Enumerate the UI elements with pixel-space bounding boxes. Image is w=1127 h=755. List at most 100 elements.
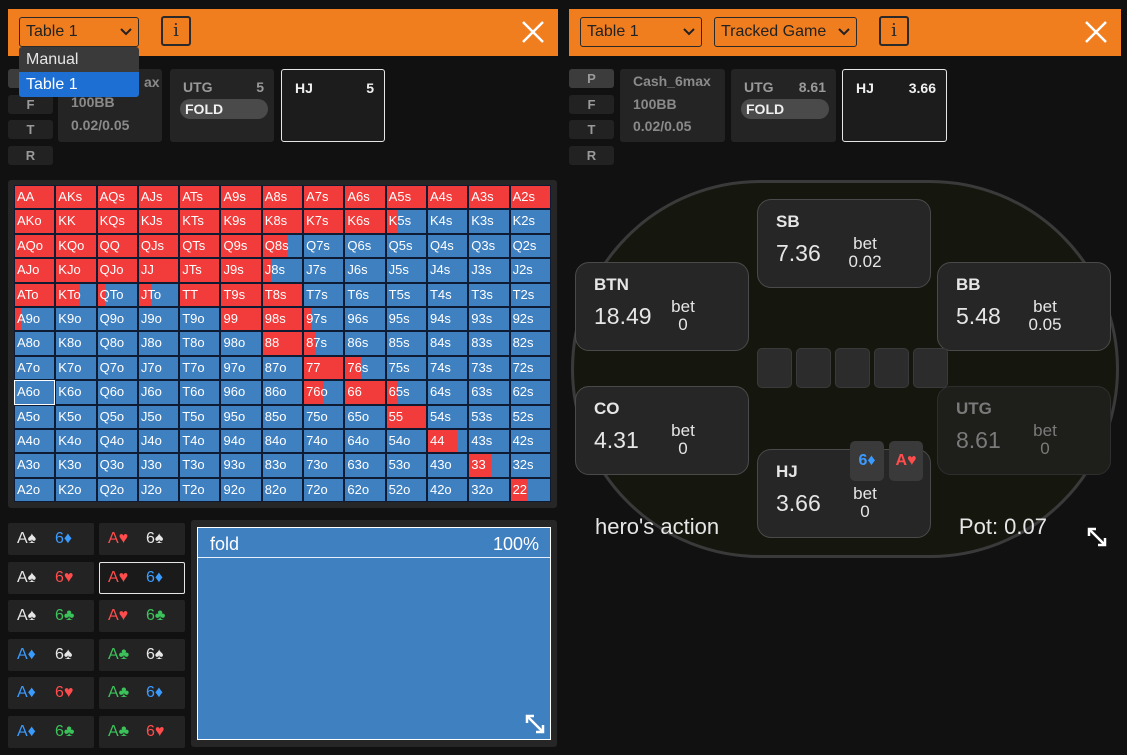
range-cell[interactable]: 42o — [426, 477, 469, 503]
range-cell[interactable]: Q9o — [96, 306, 138, 332]
street-preflop-button[interactable]: P — [569, 69, 614, 88]
range-cell[interactable]: 82s — [509, 331, 551, 356]
range-cell[interactable]: KQo — [55, 233, 97, 259]
range-cell[interactable]: J4o — [137, 428, 180, 454]
combo-item[interactable]: A♠ 6♣ — [8, 600, 94, 632]
range-cell[interactable]: T9o — [179, 306, 221, 332]
combo-item[interactable]: A♣ 6♥ — [99, 715, 185, 748]
range-cell[interactable]: 92s — [509, 306, 551, 332]
range-cell[interactable]: T8o — [179, 331, 221, 356]
expand-icon[interactable] — [523, 712, 547, 736]
range-cell[interactable]: AJo — [14, 258, 56, 283]
range-cell[interactable]: 72s — [509, 355, 551, 381]
range-cell[interactable]: 87o — [261, 355, 304, 381]
range-cell[interactable]: 83s — [468, 331, 510, 356]
range-cell[interactable]: 97o — [220, 355, 262, 381]
range-cell[interactable]: Q2o — [96, 477, 138, 503]
range-cell[interactable]: K3o — [55, 453, 97, 478]
range-cell[interactable]: 62s — [509, 380, 551, 405]
range-cell[interactable]: Q7o — [96, 355, 138, 381]
range-cell[interactable]: 75s — [385, 355, 427, 381]
range-cell[interactable]: J2o — [137, 477, 180, 503]
range-cell[interactable]: 88 — [261, 331, 304, 356]
range-cell[interactable]: KTs — [179, 209, 221, 234]
range-cell[interactable]: 53o — [385, 453, 427, 478]
range-cell[interactable]: K9s — [220, 209, 262, 234]
range-cell[interactable]: 43s — [468, 428, 510, 454]
position-card-hj[interactable]: HJ 3.66 — [842, 69, 947, 142]
range-cell[interactable]: T2o — [179, 477, 221, 503]
street-turn-button[interactable]: T — [569, 120, 614, 139]
range-cell[interactable]: 32o — [468, 477, 510, 503]
range-cell[interactable]: 62o — [344, 477, 386, 503]
range-cell[interactable]: 86s — [344, 331, 386, 356]
range-cell[interactable]: A2o — [14, 477, 56, 503]
range-cell[interactable]: T5o — [179, 404, 221, 429]
close-icon[interactable] — [1083, 19, 1109, 45]
range-cell[interactable]: K4s — [426, 209, 469, 234]
range-cell[interactable]: K4o — [55, 428, 97, 454]
range-cell[interactable]: 32s — [509, 453, 551, 478]
table-select[interactable]: Table 1 — [580, 17, 702, 47]
range-cell[interactable]: T7o — [179, 355, 221, 381]
range-cell[interactable]: A9s — [220, 185, 262, 210]
table-select[interactable]: Table 1 — [19, 17, 139, 47]
range-cell[interactable]: K3s — [468, 209, 510, 234]
range-cell[interactable]: J6o — [137, 380, 180, 405]
range-cell[interactable]: 66 — [344, 380, 386, 405]
range-cell[interactable]: T4o — [179, 428, 221, 454]
range-cell[interactable]: 63s — [468, 380, 510, 405]
range-cell[interactable]: K6o — [55, 380, 97, 405]
range-cell[interactable]: KK — [55, 209, 97, 234]
range-cell[interactable]: QJo — [96, 258, 138, 283]
range-cell[interactable]: T5s — [385, 282, 427, 307]
close-icon[interactable] — [520, 19, 546, 45]
combo-item[interactable]: A♥ 6♦ — [99, 561, 185, 594]
range-cell[interactable]: Q4s — [426, 233, 469, 259]
range-cell[interactable]: AQo — [14, 233, 56, 259]
range-cell[interactable]: K7s — [303, 209, 345, 234]
game-select[interactable]: Tracked Game — [714, 17, 857, 47]
range-cell[interactable]: T9s — [220, 282, 262, 307]
range-cell[interactable]: 97s — [303, 306, 345, 332]
range-cell[interactable]: 93o — [220, 453, 262, 478]
range-cell[interactable]: QTo — [96, 282, 138, 307]
range-cell[interactable]: QQ — [96, 233, 138, 259]
range-cell[interactable]: 94o — [220, 428, 262, 454]
combo-item[interactable]: A♥ 6♠ — [99, 523, 185, 555]
range-cell[interactable]: T8s — [261, 282, 304, 307]
range-cell[interactable]: 92o — [220, 477, 262, 503]
board-card-slot-3[interactable] — [835, 348, 870, 388]
combo-item[interactable]: A♥ 6♣ — [99, 600, 185, 632]
range-cell[interactable]: 72o — [303, 477, 345, 503]
range-cell[interactable]: 54s — [426, 404, 469, 429]
range-cell[interactable]: T3s — [468, 282, 510, 307]
range-cell[interactable]: A9o — [14, 306, 56, 332]
range-cell[interactable]: 83o — [261, 453, 304, 478]
range-cell[interactable]: 65o — [344, 404, 386, 429]
range-cell[interactable]: K8o — [55, 331, 97, 356]
range-cell[interactable]: Q6s — [344, 233, 386, 259]
range-cell[interactable]: 63o — [344, 453, 386, 478]
range-cell[interactable]: 52o — [385, 477, 427, 503]
range-cell[interactable]: 75o — [303, 404, 345, 429]
range-cell[interactable]: T6s — [344, 282, 386, 307]
range-cell[interactable]: 44 — [426, 428, 469, 454]
seat-btn[interactable]: BTN 18.49 bet 0 — [575, 262, 749, 351]
range-cell[interactable]: AKo — [14, 209, 56, 234]
board-card-slot-5[interactable] — [913, 348, 948, 388]
combo-item[interactable]: A♣ 6♦ — [99, 677, 185, 709]
street-turn-button[interactable]: T — [8, 120, 53, 139]
range-cell[interactable]: 74o — [303, 428, 345, 454]
combo-item[interactable]: A♦ 6♣ — [8, 715, 94, 748]
range-cell[interactable]: A8s — [261, 185, 304, 210]
board-card-slot-2[interactable] — [796, 348, 831, 388]
range-cell[interactable]: 55 — [385, 404, 427, 429]
range-cell[interactable]: 42s — [509, 428, 551, 454]
range-cell[interactable]: AKs — [55, 185, 97, 210]
range-cell[interactable]: KTo — [55, 282, 97, 307]
range-cell[interactable]: AQs — [96, 185, 138, 210]
range-cell[interactable]: J3o — [137, 453, 180, 478]
range-cell[interactable]: 85o — [261, 404, 304, 429]
range-cell[interactable]: 95o — [220, 404, 262, 429]
